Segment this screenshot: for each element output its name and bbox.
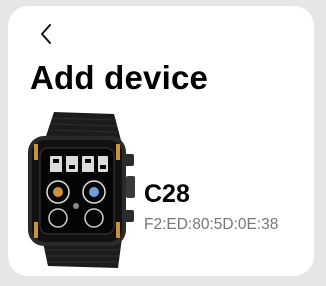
device-mac-address: F2:ED:80:5D:0E:38 xyxy=(144,216,279,233)
page-title: Add device xyxy=(30,59,209,96)
add-device-card: Add device C28 F2:ED:80:5D:0E:38 xyxy=(8,6,314,276)
chevron-left-icon xyxy=(41,24,51,44)
device-list-item[interactable]: C28 F2:ED:80:5D:0E:38 xyxy=(14,110,314,270)
device-name: C28 xyxy=(144,180,190,208)
back-button[interactable] xyxy=(34,19,58,49)
smartwatch-icon xyxy=(28,112,135,268)
